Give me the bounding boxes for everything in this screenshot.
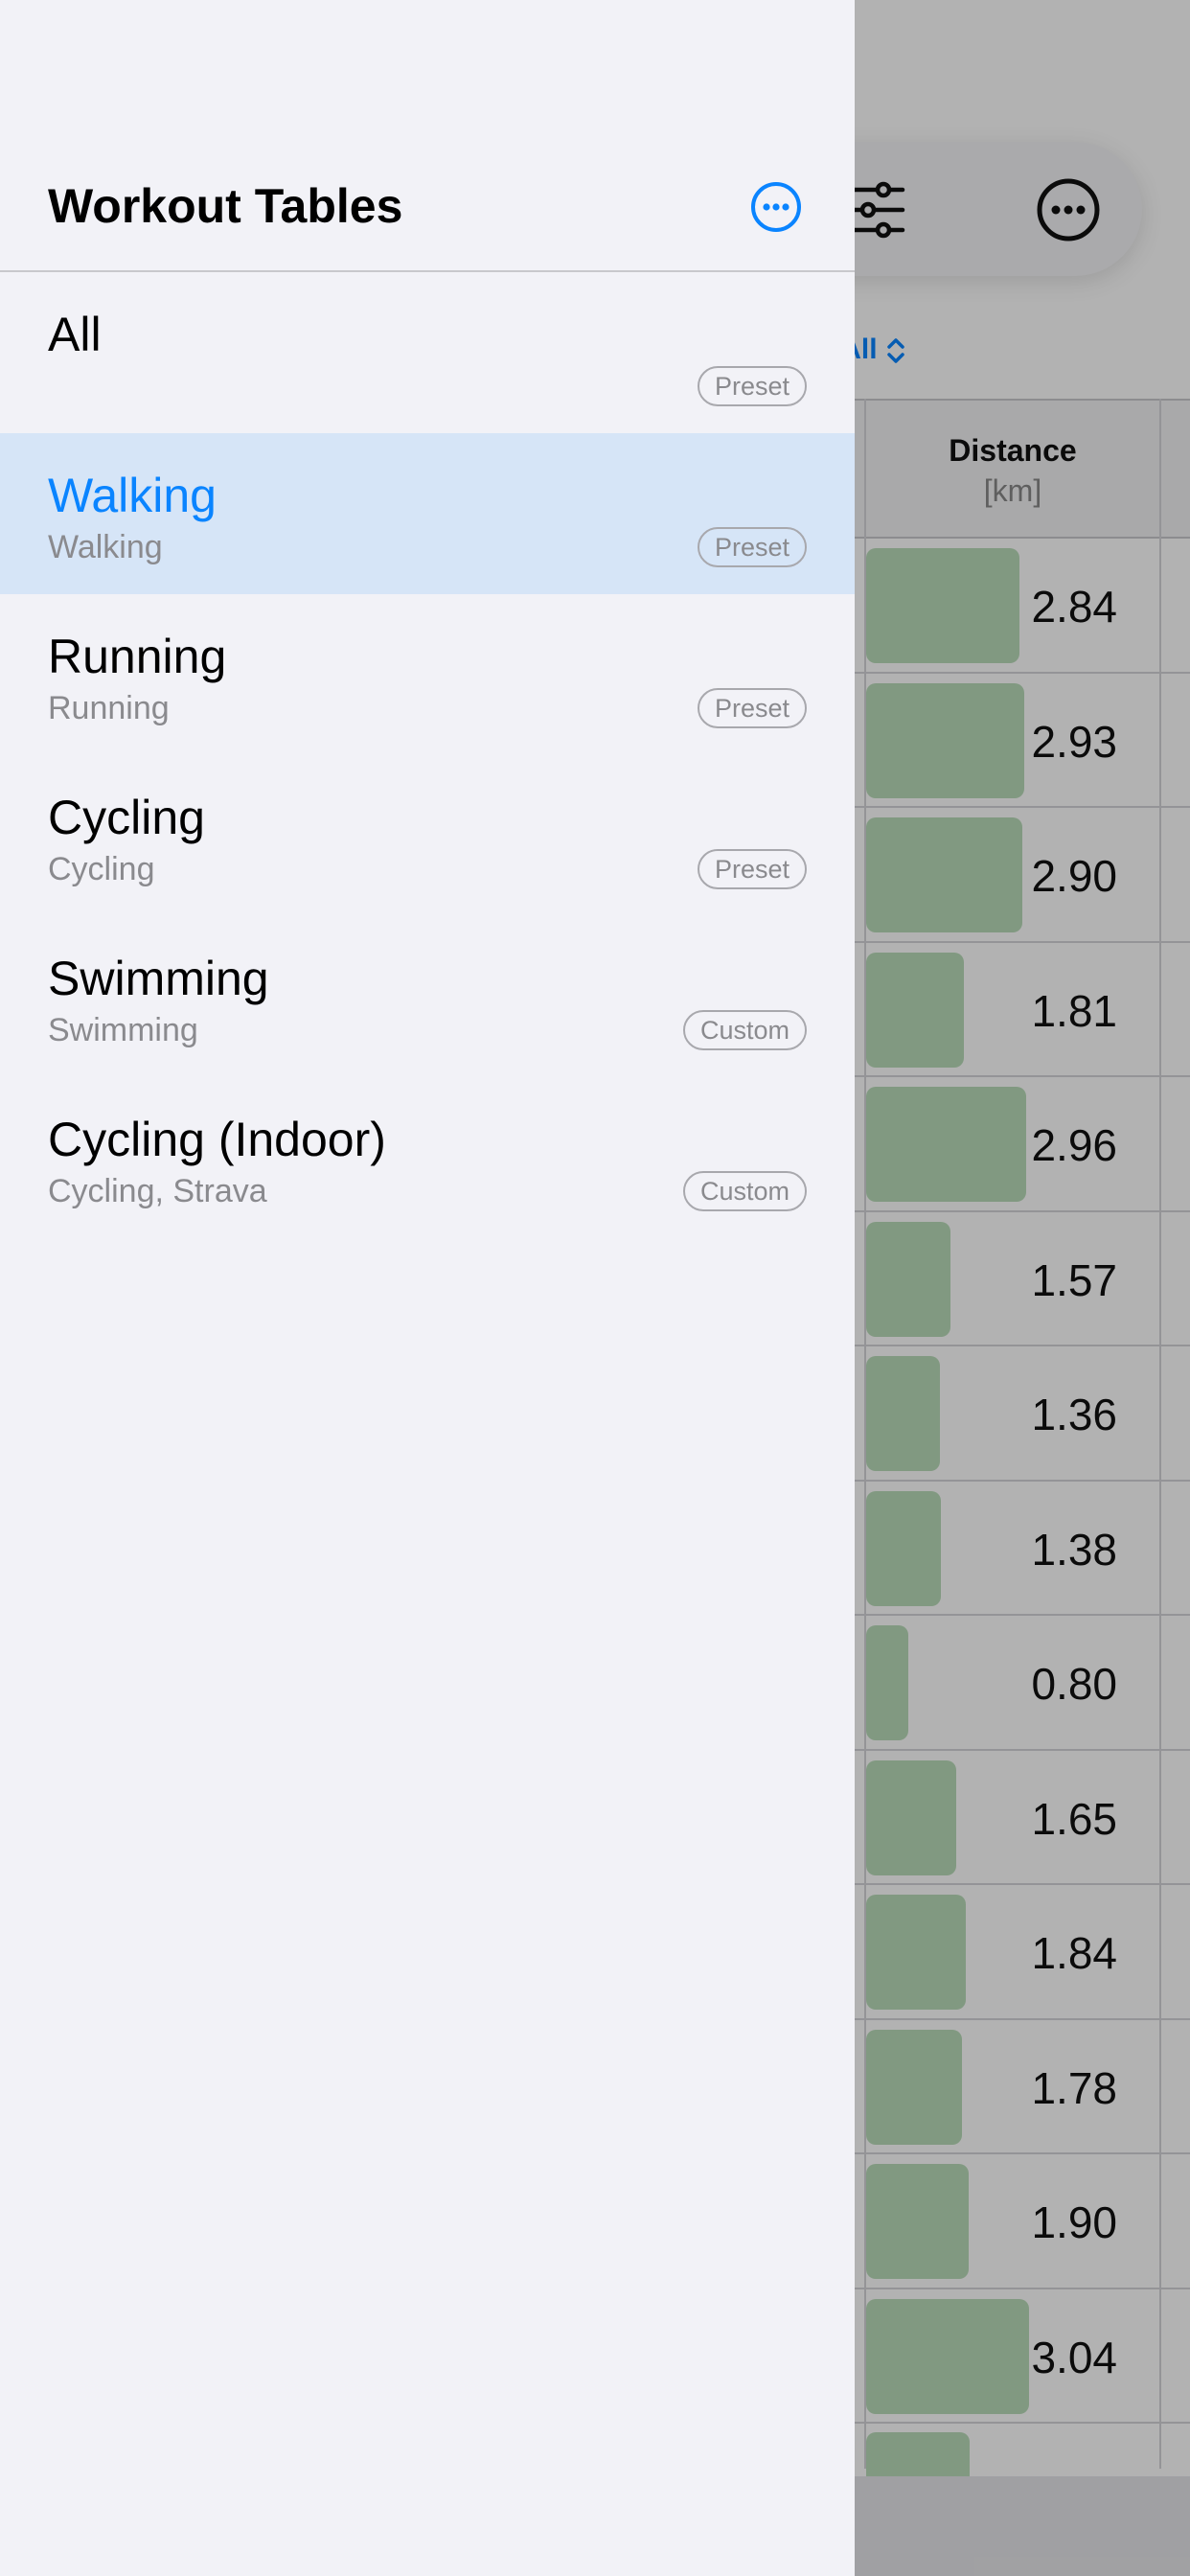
workout-table-item[interactable]: Running Running Preset bbox=[0, 594, 855, 755]
workout-table-item[interactable]: All Preset bbox=[0, 272, 855, 433]
item-badge: Preset bbox=[697, 688, 807, 728]
item-badge: Custom bbox=[682, 1171, 807, 1211]
workout-table-item[interactable]: Cycling (Indoor) Cycling, Strava Custom bbox=[0, 1077, 855, 1238]
item-badge: Preset bbox=[697, 366, 807, 406]
item-title: Cycling bbox=[48, 791, 205, 844]
item-title: All bbox=[48, 308, 102, 361]
workout-table-item[interactable]: Cycling Cycling Preset bbox=[0, 755, 855, 916]
sidebar: Workout Tables All Preset Walking Walking Pr… bbox=[0, 0, 855, 2576]
item-title: Walking bbox=[48, 469, 217, 522]
item-badge: Preset bbox=[697, 527, 807, 567]
item-badge: Custom bbox=[682, 1010, 807, 1050]
workout-table-item[interactable]: Swimming Swimming Custom bbox=[0, 916, 855, 1077]
more-circle-icon[interactable] bbox=[749, 180, 803, 234]
item-badge: Preset bbox=[697, 849, 807, 889]
item-subtitle: Swimming bbox=[48, 1012, 198, 1048]
item-subtitle: Cycling bbox=[48, 851, 155, 887]
item-title: Running bbox=[48, 630, 227, 683]
item-subtitle: Walking bbox=[48, 529, 163, 565]
item-title: Cycling (Indoor) bbox=[48, 1113, 386, 1166]
item-subtitle: Cycling, Strava bbox=[48, 1173, 267, 1209]
sidebar-title: Workout Tables bbox=[48, 179, 403, 233]
workout-table-item[interactable]: Walking Walking Preset bbox=[0, 433, 855, 594]
item-title: Swimming bbox=[48, 952, 269, 1005]
item-subtitle: Running bbox=[48, 690, 170, 726]
